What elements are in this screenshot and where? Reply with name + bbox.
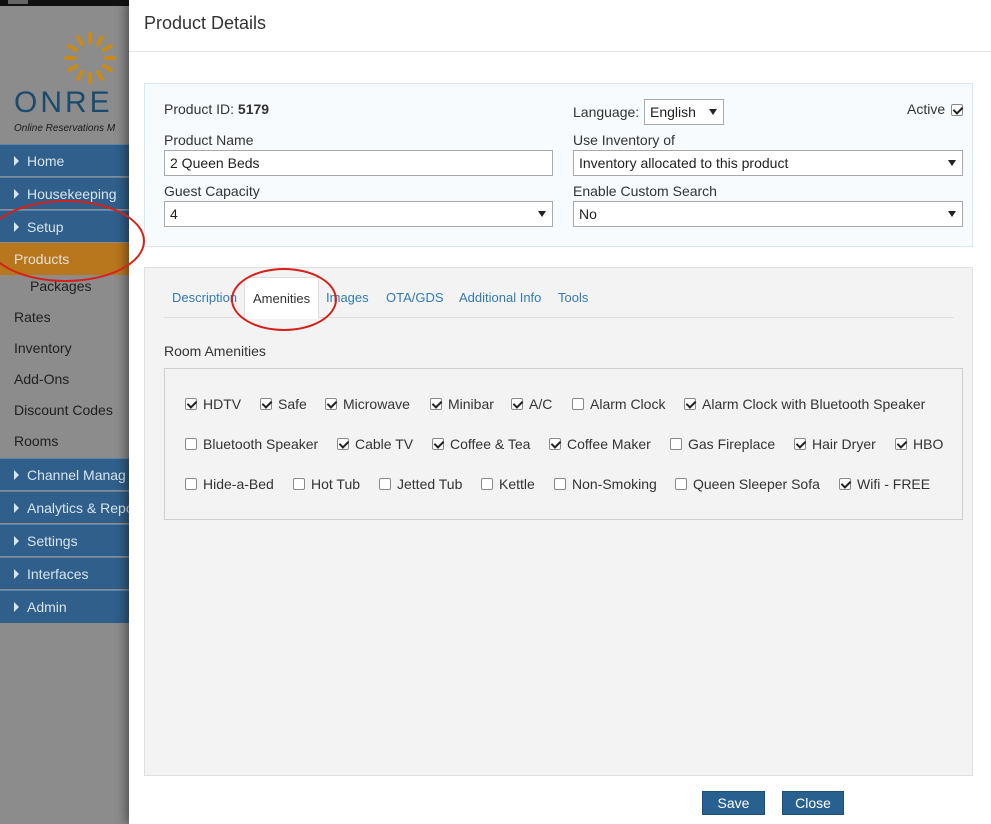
nav-discount-codes[interactable]: Discount Codes	[14, 402, 113, 418]
product-id: Product ID: 5179	[164, 101, 270, 117]
nav-add-ons[interactable]: Add-Ons	[14, 371, 69, 387]
nav-housekeeping[interactable]: Housekeeping	[0, 177, 130, 209]
checkbox[interactable]	[511, 398, 523, 410]
tab-additional-info[interactable]: Additional Info	[459, 290, 541, 305]
checkbox[interactable]	[675, 478, 687, 490]
product-name-input[interactable]: 2 Queen Beds	[164, 150, 553, 176]
product-name-label: Product Name	[164, 132, 254, 148]
checkbox[interactable]	[670, 438, 682, 450]
language-select[interactable]: English	[644, 99, 724, 125]
room-amenities-title: Room Amenities	[164, 343, 266, 359]
nav-setup[interactable]: Setup	[0, 210, 130, 242]
tab-description[interactable]: Description	[172, 290, 237, 305]
nav-packages[interactable]: Packages	[30, 278, 91, 294]
nav-rooms[interactable]: Rooms	[14, 433, 58, 449]
nav-interfaces[interactable]: Interfaces	[0, 557, 130, 589]
amenities-box: HDTV Safe Microwave Minibar A/C Alarm Cl…	[164, 368, 963, 520]
use-inventory-select[interactable]: Inventory allocated to this product	[573, 150, 963, 176]
checkbox[interactable]	[839, 478, 851, 490]
caret-right-icon	[14, 470, 19, 480]
checkbox[interactable]	[684, 398, 696, 410]
tab-panel: Description Amenities Images OTA/GDS Add…	[144, 267, 973, 776]
caret-right-icon	[14, 569, 19, 579]
checkbox[interactable]	[185, 478, 197, 490]
caret-right-icon	[14, 602, 19, 612]
nav-rates[interactable]: Rates	[14, 309, 51, 325]
checkbox[interactable]	[293, 478, 305, 490]
checkbox[interactable]	[379, 478, 391, 490]
tab-ota-gds[interactable]: OTA/GDS	[386, 290, 444, 305]
guest-capacity-select[interactable]: 4	[164, 201, 553, 227]
sun-logo-icon	[64, 32, 116, 84]
tab-tools[interactable]: Tools	[558, 290, 588, 305]
checkbox[interactable]	[895, 438, 907, 450]
checkbox[interactable]	[554, 478, 566, 490]
checkbox[interactable]	[549, 438, 561, 450]
modal-header: Product Details	[129, 0, 991, 52]
caret-right-icon	[14, 536, 19, 546]
nav-admin[interactable]: Admin	[0, 590, 130, 623]
checkbox[interactable]	[185, 438, 197, 450]
active-checkbox[interactable]	[951, 104, 963, 116]
checkbox[interactable]	[260, 398, 272, 410]
tab-bar: Description Amenities Images OTA/GDS Add…	[164, 268, 954, 319]
sidebar: ONRE Online Reservations M Home Housekee…	[0, 6, 130, 824]
custom-search-select[interactable]: No	[573, 201, 963, 227]
language-label: Language:	[573, 104, 640, 120]
nav-analytics-reports[interactable]: Analytics & Repo	[0, 491, 130, 523]
save-button[interactable]: Save	[702, 791, 765, 815]
custom-search-label: Enable Custom Search	[573, 183, 717, 199]
close-button[interactable]: Close	[782, 791, 844, 815]
checkbox[interactable]	[430, 398, 442, 410]
use-inventory-label: Use Inventory of	[573, 132, 675, 148]
logo-wordmark: ONRE	[14, 86, 113, 119]
nav-inventory[interactable]: Inventory	[14, 340, 72, 356]
tab-amenities[interactable]: Amenities	[244, 277, 320, 319]
checkbox[interactable]	[794, 438, 806, 450]
checkbox[interactable]	[432, 438, 444, 450]
nav-channel-manager[interactable]: Channel Manag	[0, 458, 130, 490]
product-id-value: 5179	[237, 101, 270, 117]
menu-icon[interactable]	[8, 0, 28, 4]
modal-title: Product Details	[144, 13, 267, 33]
active-label: Active	[907, 101, 946, 117]
caret-right-icon	[14, 189, 19, 199]
checkbox[interactable]	[337, 438, 349, 450]
checkbox[interactable]	[185, 398, 197, 410]
guest-capacity-label: Guest Capacity	[164, 183, 260, 199]
caret-right-icon	[14, 222, 19, 232]
logo: ONRE Online Reservations M	[0, 6, 130, 144]
tab-images[interactable]: Images	[326, 290, 369, 305]
caret-right-icon	[14, 503, 19, 513]
nav-home[interactable]: Home	[0, 144, 130, 176]
logo-tagline: Online Reservations M	[14, 123, 116, 134]
product-details-modal: Product Details Product ID: 5179 Languag…	[129, 0, 991, 824]
checkbox[interactable]	[481, 478, 493, 490]
caret-right-icon	[14, 156, 19, 166]
nav-products[interactable]: Products	[0, 243, 130, 275]
checkbox[interactable]	[325, 398, 337, 410]
nav-settings[interactable]: Settings	[0, 524, 130, 556]
checkbox[interactable]	[572, 398, 584, 410]
product-info-panel: Product ID: 5179 Language: English Activ…	[144, 83, 973, 247]
